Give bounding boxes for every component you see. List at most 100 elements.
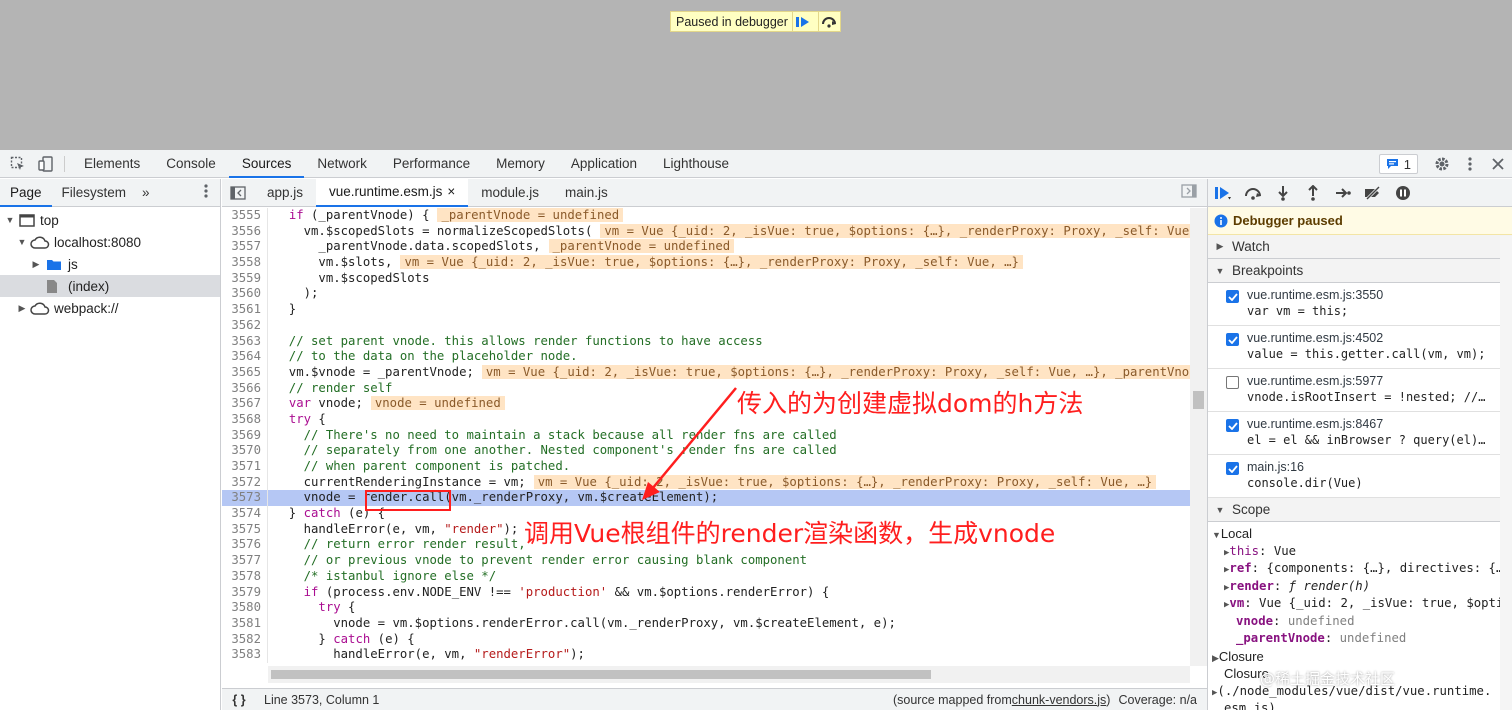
line-number[interactable]: 3560 — [222, 286, 268, 303]
code-line[interactable]: 3569 // There's no need to maintain a st… — [222, 427, 1190, 444]
expand-arrow-icon[interactable]: ▼ — [16, 237, 28, 247]
sidebar-scrollbar[interactable] — [1500, 236, 1512, 710]
code-line[interactable]: 3578 /* istanbul ignore else */ — [222, 568, 1190, 585]
line-number[interactable]: 3571 — [222, 459, 268, 475]
line-number[interactable]: 3583 — [222, 647, 268, 663]
tab-elements[interactable]: Elements — [71, 150, 153, 178]
code-line[interactable]: 3564 // to the data on the placeholder n… — [222, 349, 1190, 365]
more-tabs-chevron-icon[interactable]: » — [136, 179, 156, 207]
close-devtools-icon[interactable] — [1484, 150, 1512, 178]
code-line[interactable]: 3581 vnode = vm.$options.renderError.cal… — [222, 615, 1190, 632]
device-toolbar-icon[interactable] — [32, 150, 60, 178]
step-over-icon[interactable] — [817, 12, 840, 31]
issues-counter[interactable]: 1 — [1378, 154, 1418, 174]
editor-horizontal-scrollbar[interactable] — [268, 666, 1190, 683]
resume-icon[interactable] — [1212, 182, 1234, 204]
tree-item-index[interactable]: (index) — [0, 275, 220, 297]
breakpoint-item[interactable]: vue.runtime.esm.js:8467 el = el && inBrow… — [1208, 412, 1512, 455]
breakpoints-section-header[interactable]: ▼ Breakpoints — [1208, 259, 1512, 283]
code-line[interactable]: 3579 if (process.env.NODE_ENV !== 'produ… — [222, 584, 1190, 601]
breakpoint-item[interactable]: vue.runtime.esm.js:3550 var vm = this; — [1208, 283, 1512, 326]
editor-tab-vue-runtime[interactable]: vue.runtime.esm.js × — [316, 178, 469, 207]
code-line[interactable]: 3555 if (_parentVnode) {_parentVnode = u… — [222, 208, 1190, 224]
line-number[interactable]: 3561 — [222, 302, 268, 318]
expand-arrow-icon[interactable]: ▼ — [4, 215, 16, 225]
tab-application[interactable]: Application — [558, 150, 650, 178]
code-line[interactable]: 3565 vm.$vnode = _parentVnode; vm = Vue {… — [222, 364, 1190, 381]
line-number[interactable]: 3582 — [222, 631, 268, 648]
tab-lighthouse[interactable]: Lighthouse — [650, 150, 742, 178]
breakpoint-checkbox[interactable] — [1226, 419, 1239, 432]
scope-row-ref[interactable]: ▶ref: {components: {…}, directives: {… — [1208, 560, 1512, 578]
code-line[interactable]: 3561 } — [222, 302, 1190, 318]
step-out-icon[interactable] — [1302, 182, 1324, 204]
tab-sources[interactable]: Sources — [228, 150, 305, 178]
line-number[interactable]: 3567 — [222, 396, 268, 412]
editor-vertical-scrollbar[interactable] — [1190, 208, 1207, 666]
breakpoint-checkbox[interactable] — [1226, 333, 1239, 346]
code-line[interactable]: 3570 // separately from one another. Nes… — [222, 443, 1190, 459]
line-number[interactable]: 3563 — [222, 333, 268, 350]
code-line[interactable]: 3571 // when parent component is patched… — [222, 459, 1190, 475]
scope-local-header[interactable]: ▼Local — [1208, 525, 1512, 543]
scope-row-render[interactable]: ▶render: ƒ render(h) — [1208, 578, 1512, 596]
code-line[interactable]: 3562 — [222, 317, 1190, 334]
toggle-debugger-icon[interactable] — [1181, 184, 1197, 201]
breakpoint-item[interactable]: vue.runtime.esm.js:4502 value = this.gett… — [1208, 326, 1512, 369]
settings-gear-icon[interactable] — [1428, 150, 1456, 178]
line-number[interactable]: 3580 — [222, 600, 268, 616]
line-number[interactable]: 3564 — [222, 349, 268, 365]
close-tab-icon[interactable]: × — [447, 178, 455, 206]
editor-tab-app-js[interactable]: app.js — [254, 179, 316, 207]
line-number[interactable]: 3562 — [222, 317, 268, 334]
code-line[interactable]: 3572 currentRenderingInstance = vm; vm = … — [222, 474, 1190, 491]
line-number[interactable]: 3576 — [222, 537, 268, 554]
scroll-thumb[interactable] — [1193, 391, 1204, 409]
collapse-arrow-icon[interactable]: ▶ — [16, 303, 28, 314]
tab-performance[interactable]: Performance — [380, 150, 483, 178]
line-number[interactable]: 3568 — [222, 411, 268, 428]
editor-tab-module-js[interactable]: module.js — [468, 179, 552, 207]
code-line[interactable]: 3583 handleError(e, vm, "renderError"); — [222, 647, 1190, 663]
code-area[interactable]: 3555 if (_parentVnode) {_parentVnode = u… — [222, 208, 1190, 666]
scope-closure-1[interactable]: ▶Closure — [1208, 648, 1512, 666]
tab-console[interactable]: Console — [153, 150, 229, 178]
navigator-menu-icon[interactable] — [204, 184, 208, 201]
scope-row-this[interactable]: ▶this: Vue — [1208, 543, 1512, 561]
step-icon[interactable] — [1332, 182, 1354, 204]
breakpoint-item[interactable]: main.js:16 console.dir(Vue) — [1208, 455, 1512, 498]
line-number[interactable]: 3577 — [222, 553, 268, 569]
line-number[interactable]: 3573 — [222, 490, 268, 507]
line-number[interactable]: 3579 — [222, 584, 268, 601]
toggle-navigator-icon[interactable] — [222, 185, 254, 200]
code-line[interactable]: 3559 vm.$scopedSlots — [222, 270, 1190, 287]
breakpoint-item[interactable]: vue.runtime.esm.js:5977 vnode.isRootInser… — [1208, 369, 1512, 412]
tab-network[interactable]: Network — [304, 150, 380, 178]
line-number[interactable]: 3572 — [222, 474, 268, 491]
code-line[interactable]: 3580 try { — [222, 600, 1190, 616]
line-number[interactable]: 3565 — [222, 364, 268, 381]
line-number[interactable]: 3570 — [222, 443, 268, 459]
step-into-icon[interactable] — [1272, 182, 1294, 204]
tree-item-webpack[interactable]: ▶ webpack:// — [0, 297, 220, 319]
pretty-print-icon[interactable]: { } — [222, 693, 256, 707]
breakpoint-checkbox[interactable] — [1226, 376, 1239, 389]
scope-section-header[interactable]: ▼ Scope — [1208, 498, 1512, 522]
code-line[interactable]: 3563 // set parent vnode. this allows re… — [222, 333, 1190, 350]
line-number[interactable]: 3569 — [222, 427, 268, 444]
line-number[interactable]: 3556 — [222, 223, 268, 240]
line-number[interactable]: 3566 — [222, 380, 268, 397]
line-number[interactable]: 3555 — [222, 208, 268, 224]
code-line[interactable]: 3556 vm.$scopedSlots = normalizeScopedSl… — [222, 223, 1190, 240]
line-number[interactable]: 3557 — [222, 239, 268, 256]
line-number[interactable]: 3559 — [222, 270, 268, 287]
tree-item-localhost[interactable]: ▼ localhost:8080 — [0, 231, 220, 253]
inspect-element-icon[interactable] — [4, 150, 32, 178]
breakpoint-checkbox[interactable] — [1226, 462, 1239, 475]
more-options-icon[interactable] — [1456, 150, 1484, 178]
line-number[interactable]: 3581 — [222, 615, 268, 632]
code-line[interactable]: 3557 _parentVnode.data.scopedSlots, _pare… — [222, 239, 1190, 256]
resume-icon[interactable] — [791, 12, 814, 31]
code-line[interactable]: 3558 vm.$slots, vm = Vue {_uid: 2, _isVue… — [222, 255, 1190, 271]
line-number[interactable]: 3558 — [222, 255, 268, 271]
